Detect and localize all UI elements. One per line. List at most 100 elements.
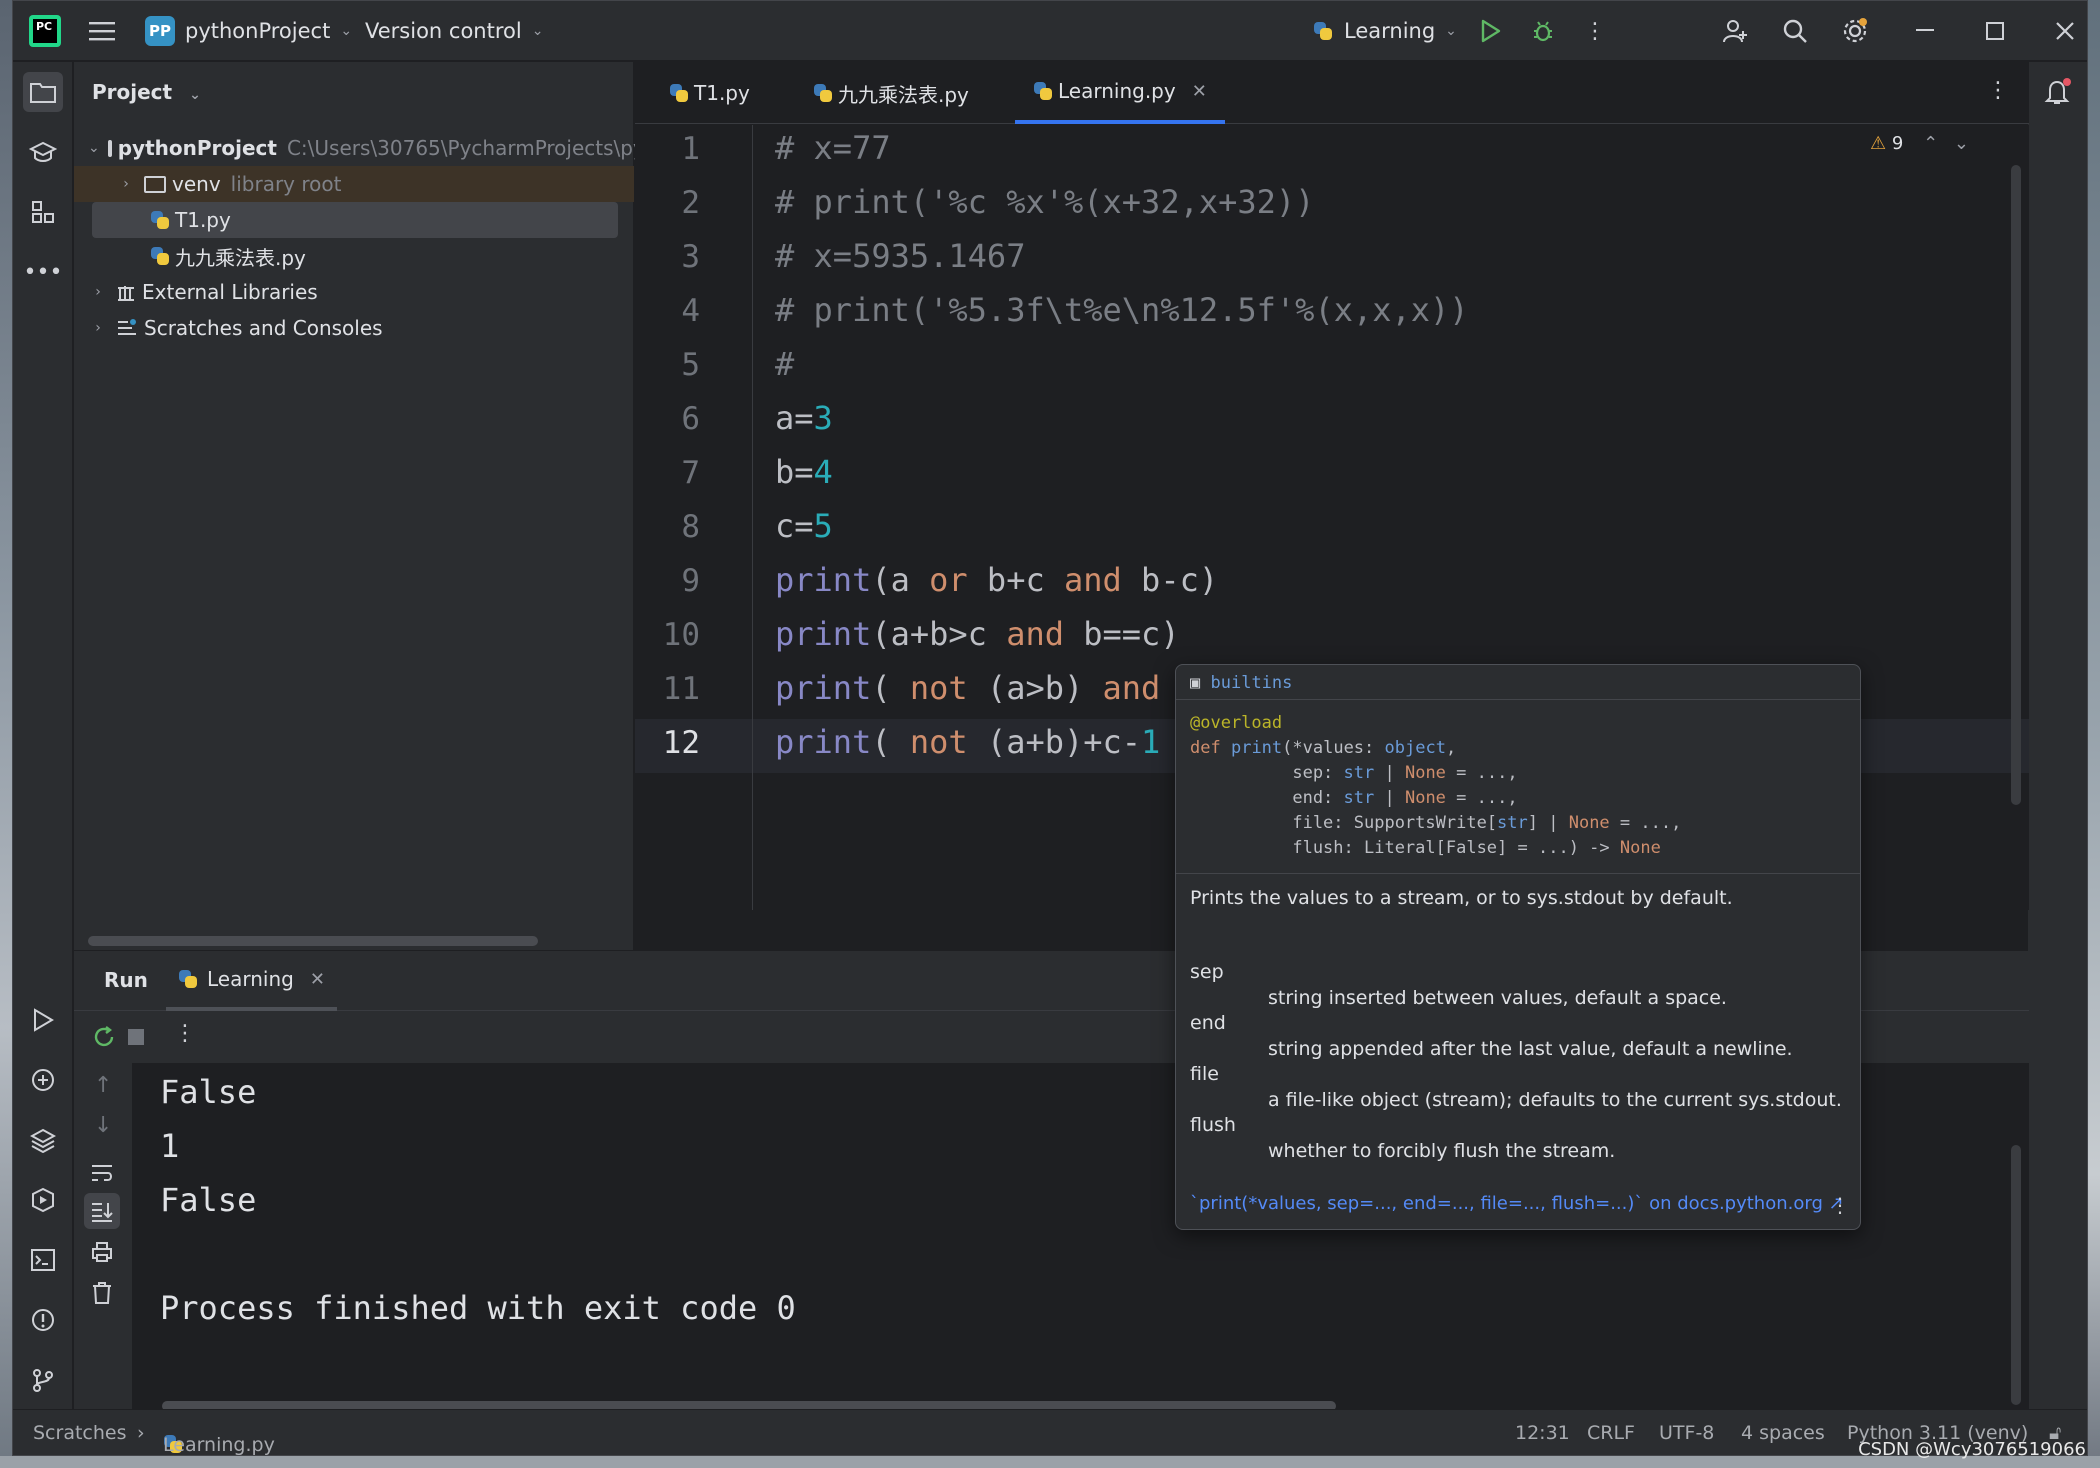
tree-file-t1-row[interactable]: T1.py [92,202,618,238]
doc-param-desc: a file-like object (stream); defaults to… [1268,1089,1842,1111]
run-tab-learning[interactable]: Learning ✕ [166,951,337,1011]
python-console-button[interactable] [23,1060,63,1100]
vertical-dots-icon[interactable]: ⋮ [1830,1193,1850,1217]
title-bar: PC PP pythonProject ⌄ Version control ⌄ … [13,1,2087,61]
status-bar: Scratches › Learning.py 12:31 CRLF UTF-8… [13,1409,2087,1455]
close-tab-icon[interactable]: ✕ [1192,81,1207,102]
code-line: # [775,345,795,383]
breadcrumb-scratches[interactable]: Scratches [33,1422,127,1444]
arrow-up-icon[interactable]: ↑ [94,1073,112,1098]
trash-icon[interactable] [91,1281,113,1305]
tree-external-libraries-row[interactable]: › External Libraries [74,274,634,310]
git-button[interactable] [23,1360,63,1400]
tab-t1[interactable]: T1.py [669,62,750,124]
arrow-down-icon[interactable]: ↓ [94,1113,112,1138]
scroll-to-end-icon [92,1203,113,1222]
search-icon [1783,19,1807,43]
main-menu-button[interactable] [89,1,115,61]
close-window-button[interactable] [2047,13,2083,49]
editor-vertical-scrollbar[interactable] [2011,165,2021,805]
project-panel-title[interactable]: Project ⌄ [92,80,201,104]
doc-param-desc: string appended after the last value, de… [1268,1038,1793,1060]
run-button[interactable] [1473,13,1509,49]
tab-learning[interactable]: Learning.py ✕ [1015,62,1225,124]
tree-root-row[interactable]: ⌄ pythonProject C:\Users\30765\PycharmPr… [74,130,645,166]
doc-signature-line: end: str | None = ..., [1190,788,1518,808]
chevron-right-icon: › [95,320,101,336]
debug-button[interactable] [1525,13,1561,49]
scroll-to-end-button[interactable] [84,1193,120,1229]
doc-signature-line: sep: str | None = ..., [1190,763,1518,783]
code-line: c=5 [775,507,833,545]
hamburger-menu-icon [89,22,115,41]
vertical-dots-icon[interactable]: ⋮ [174,1021,196,1046]
structure-tool-button[interactable] [23,192,63,232]
services-button[interactable] [23,1180,63,1220]
settings-button[interactable] [1837,13,1873,49]
tree-file-multiplication-row[interactable]: 九九乘法表.py [74,238,634,274]
python-icon [178,969,198,989]
code-line: b=4 [775,453,833,491]
notifications-button[interactable] [2042,76,2074,112]
close-tab-icon[interactable]: ✕ [310,969,325,990]
git-branch-icon [33,1369,53,1392]
tree-scratches-row[interactable]: › Scratches and Consoles [74,310,634,346]
indent-setting[interactable]: 4 spaces [1741,1422,1825,1444]
stop-icon[interactable] [128,1029,144,1045]
version-control-menu[interactable]: Version control ⌄ [365,1,543,61]
desktop-background-left [0,0,12,1468]
doc-external-link[interactable]: `print(*values, sep=..., end=..., file=.… [1190,1193,1844,1214]
project-horizontal-scrollbar[interactable] [88,936,538,946]
file-encoding[interactable]: UTF-8 [1659,1422,1714,1444]
chevron-down-icon: ⌄ [340,23,353,39]
root-folder-path: C:\Users\30765\PycharmProjects\py [286,136,645,160]
print-icon[interactable] [90,1241,114,1263]
tree-venv-row[interactable]: › venv library root [74,166,634,202]
pycharm-logo-icon[interactable]: PC [29,15,61,47]
warning-icon: ⚠ [1870,133,1887,154]
tab-options-button[interactable]: ⋮ [1987,78,2009,103]
close-icon [2056,22,2074,40]
run-tool-button[interactable] [23,1000,63,1040]
root-folder-name: pythonProject [117,136,277,160]
inspection-widget[interactable]: ⚠ 9 ⌃ ⌄ [1870,133,1969,154]
maximize-button[interactable] [1977,13,2013,49]
code-line: print(a or b+c and b-c) [775,561,1219,599]
line-number: 4 [681,293,700,329]
right-tool-strip [2027,62,2087,1409]
layers-icon [30,1128,56,1153]
terminal-button[interactable] [23,1240,63,1280]
ide-window: PC PP pythonProject ⌄ Version control ⌄ … [12,0,2088,1456]
horizontal-dots-icon: ••• [23,259,63,285]
project-switcher[interactable]: PP pythonProject ⌄ [145,1,352,61]
more-actions-button[interactable]: ⋮ [1577,13,1613,49]
python-packages-button[interactable] [23,1120,63,1160]
doc-param-name: file [1190,1063,1219,1085]
doc-description: Prints the values to a stream, or to sys… [1190,887,1733,909]
python-file-icon [813,83,833,103]
folder-icon [144,175,166,193]
run-config-selector[interactable]: Learning ⌄ [1313,1,1457,61]
project-tool-button[interactable] [23,72,63,112]
console-output-line: False [160,1073,257,1111]
console-output-line: Process finished with exit code 0 [160,1289,796,1327]
chevron-right-icon: › [95,284,101,300]
tab-multiplication-table[interactable]: 九九乘法表.py [813,62,969,124]
quick-documentation-popup[interactable]: ▣ builtins @overload def print(*values: … [1175,664,1861,1230]
rerun-icon[interactable] [92,1025,116,1049]
folder-icon [30,83,56,103]
soft-wrap-icon[interactable] [90,1163,114,1183]
console-vertical-scrollbar[interactable] [2011,1145,2021,1405]
gear-icon [1843,18,1867,43]
search-button[interactable] [1777,13,1813,49]
more-tools-button[interactable]: ••• [23,252,63,292]
learn-tool-button[interactable] [23,132,63,172]
python-file-icon [150,210,170,230]
problems-button[interactable] [23,1300,63,1340]
add-user-button[interactable] [1717,13,1753,49]
minimize-button[interactable] [1907,13,1943,49]
add-user-icon [1723,20,1747,43]
line-number: 6 [681,401,700,437]
line-separator[interactable]: CRLF [1587,1422,1635,1444]
caret-position[interactable]: 12:31 [1515,1422,1570,1444]
